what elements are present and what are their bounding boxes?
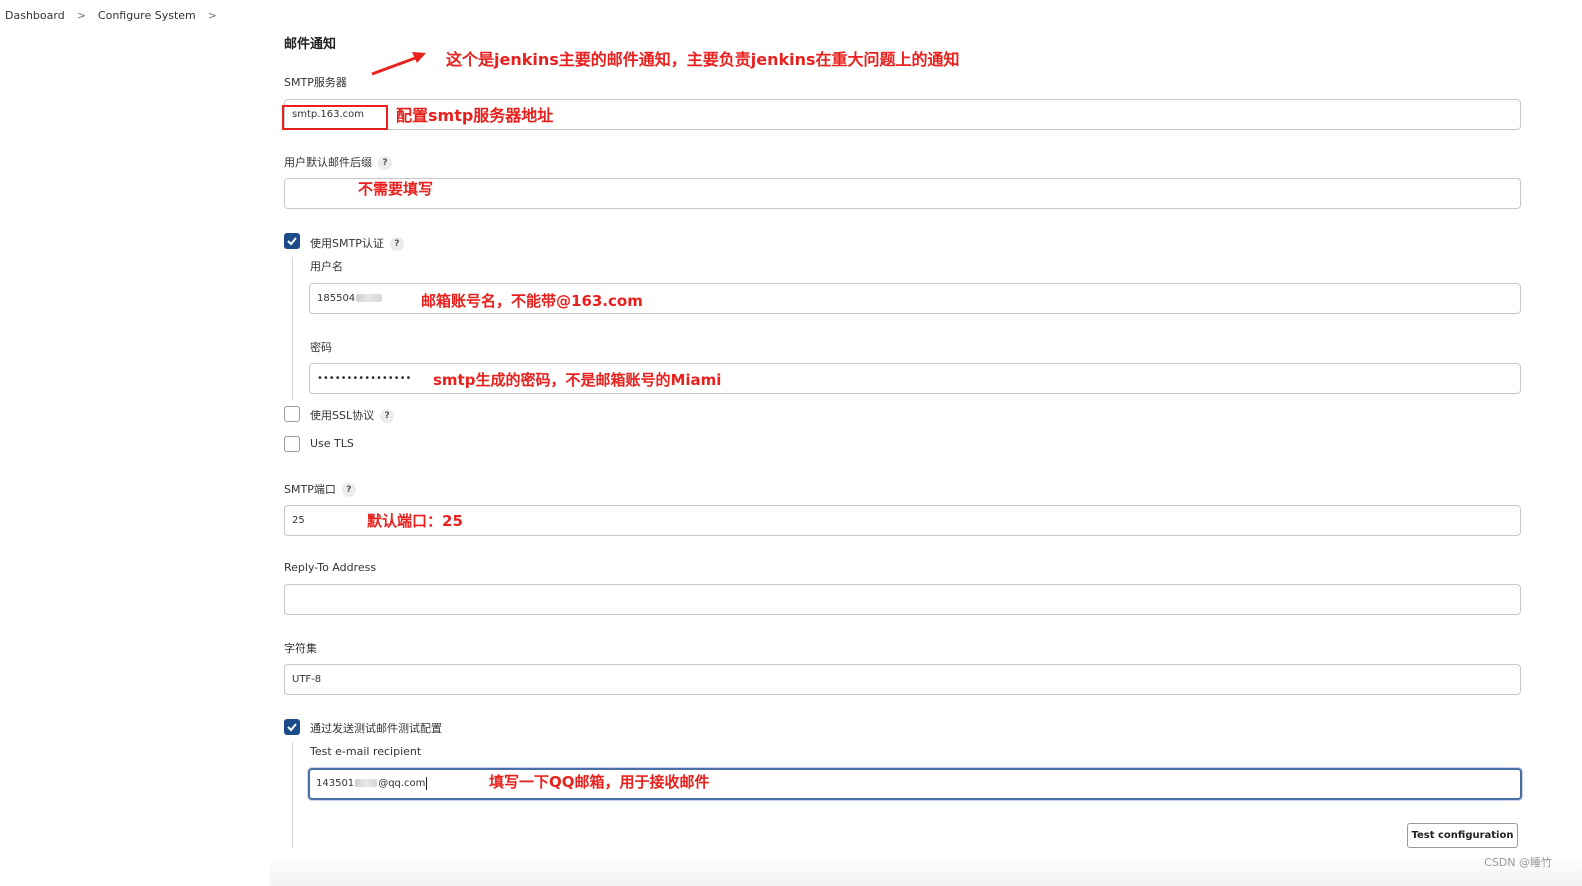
test-recipient-value-prefix: 143501 xyxy=(316,778,355,789)
password-label: 密码 xyxy=(310,341,332,354)
annotation-highlight-box xyxy=(282,105,388,130)
footer-shade xyxy=(270,858,1582,886)
charset-input[interactable]: UTF-8 xyxy=(284,664,1521,695)
reply-to-input[interactable] xyxy=(284,584,1521,615)
text-cursor xyxy=(426,776,428,790)
smtp-port-input[interactable]: 25 xyxy=(284,505,1521,536)
chevron-right-icon: > xyxy=(76,9,86,22)
arrow-icon xyxy=(371,52,426,76)
reply-to-label: Reply-To Address xyxy=(284,561,377,574)
test-config-label: 通过发送测试邮件测试配置 xyxy=(310,722,442,735)
test-recipient-value-suffix: @qq.com xyxy=(378,778,426,789)
use-ssl-label-text: 使用SSL协议 xyxy=(310,409,375,422)
charset-label: 字符集 xyxy=(284,642,317,655)
nested-group-line xyxy=(292,257,293,400)
breadcrumb-configure-system[interactable]: Configure System xyxy=(98,9,196,22)
annotation-default-suffix: 不需要填写 xyxy=(358,180,434,198)
use-ssl-checkbox[interactable] xyxy=(284,406,300,422)
use-smtp-auth-label-text: 使用SMTP认证 xyxy=(310,237,384,250)
question-mark-icon[interactable]: ? xyxy=(341,483,356,497)
annotation-password: smtp生成的密码，不是邮箱账号的Miami xyxy=(433,371,722,389)
smtp-server-label: SMTP服务器 xyxy=(284,76,347,89)
test-config-checkbox[interactable] xyxy=(284,719,300,735)
checkmark-icon xyxy=(287,237,297,246)
redacted-blur xyxy=(356,294,383,302)
nested-group-line xyxy=(292,742,293,848)
annotation-smtp-port: 默认端口：25 xyxy=(367,512,463,530)
default-suffix-label-text: 用户默认邮件后缀 xyxy=(284,156,372,169)
annotation-smtp-server: 配置smtp服务器地址 xyxy=(396,106,554,125)
test-recipient-label: Test e-mail recipient xyxy=(310,745,422,758)
smtp-port-label: SMTP端口? xyxy=(284,481,356,497)
annotation-test-recipient: 填写一下QQ邮箱，用于接收邮件 xyxy=(489,773,710,791)
use-tls-label: Use TLS xyxy=(310,437,354,450)
section-title: 邮件通知 xyxy=(284,37,337,52)
breadcrumb: Dashboard > Configure System > xyxy=(5,9,229,22)
smtp-port-label-text: SMTP端口 xyxy=(284,483,336,496)
question-mark-icon[interactable]: ? xyxy=(389,237,404,251)
checkmark-icon xyxy=(287,723,297,732)
question-mark-icon[interactable]: ? xyxy=(378,156,392,170)
use-tls-checkbox[interactable] xyxy=(284,436,300,452)
breadcrumb-dashboard[interactable]: Dashboard xyxy=(5,9,65,22)
use-smtp-auth-label: 使用SMTP认证? xyxy=(310,235,404,251)
use-ssl-label: 使用SSL协议? xyxy=(310,407,395,423)
chevron-right-icon[interactable]: > xyxy=(208,9,217,22)
default-suffix-input[interactable] xyxy=(284,178,1521,209)
default-suffix-label: 用户默认邮件后缀? xyxy=(284,154,392,170)
redacted-blur xyxy=(355,779,378,787)
use-smtp-auth-checkbox[interactable] xyxy=(284,233,300,249)
annotation-username: 邮箱账号名，不能带@163.com xyxy=(421,292,643,310)
watermark: CSDN @睡竹 xyxy=(1484,856,1552,869)
username-value: 185504 xyxy=(317,293,356,304)
test-configuration-button[interactable]: Test configuration xyxy=(1407,823,1518,848)
annotation-title: 这个是jenkins主要的邮件通知，主要负责jenkins在重大问题上的通知 xyxy=(446,50,960,69)
username-label: 用户名 xyxy=(310,260,343,273)
question-mark-icon[interactable]: ? xyxy=(380,409,395,423)
